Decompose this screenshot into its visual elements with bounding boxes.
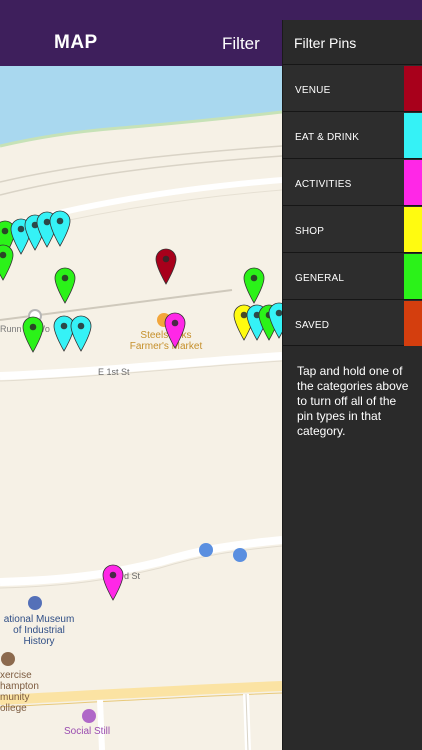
page-title: MAP xyxy=(54,32,98,53)
map-pin-eat-drink[interactable] xyxy=(70,315,92,353)
college-label-line2: hampton xyxy=(0,681,39,692)
map-pin-activities[interactable] xyxy=(164,312,186,350)
category-color-swatch xyxy=(404,66,422,111)
filter-help-text: Tap and hold one of the categories above… xyxy=(297,364,409,438)
school-icon xyxy=(1,652,15,666)
category-label: GENERAL xyxy=(295,273,345,284)
museum-icon xyxy=(28,596,42,610)
pin-marker-icon xyxy=(243,267,265,304)
map-pin-general[interactable] xyxy=(54,267,76,305)
map-pin-general[interactable] xyxy=(243,267,265,305)
bar-icon xyxy=(82,709,96,723)
map-pin-eat-drink[interactable] xyxy=(268,302,282,340)
college-label-line3: munity xyxy=(0,692,30,703)
museum-label-line3: History xyxy=(23,636,55,647)
bus-stop-icon xyxy=(233,548,247,562)
pin-marker-icon xyxy=(155,248,177,285)
map-view[interactable]: Runn Wo Steelstacks Farmer's Market E 1s… xyxy=(0,66,282,750)
category-color-swatch xyxy=(404,301,422,346)
category-label: SHOP xyxy=(295,226,325,237)
museum-label-line2: of Industrial xyxy=(13,625,65,636)
street-label-e1st: E 1st St xyxy=(98,367,130,377)
museum-label-line1: ational Museum xyxy=(3,614,75,625)
category-row-venue[interactable]: VENUE xyxy=(283,64,422,111)
category-row-saved[interactable]: SAVED xyxy=(283,299,422,346)
map-pin-activities[interactable] xyxy=(102,564,124,602)
pin-marker-icon xyxy=(54,267,76,304)
map-pin-eat-drink[interactable] xyxy=(49,210,71,248)
pin-marker-icon xyxy=(164,312,186,349)
category-label: ACTIVITIES xyxy=(295,179,352,190)
category-label: SAVED xyxy=(295,320,330,331)
filter-button[interactable]: Filter xyxy=(222,34,260,54)
category-color-swatch xyxy=(404,254,422,299)
category-row-shop[interactable]: SHOP xyxy=(283,205,422,252)
map-pin-general[interactable] xyxy=(22,316,44,354)
drawer-title: Filter Pins xyxy=(294,35,357,51)
college-label-line4: ollege xyxy=(0,703,27,714)
place-label-museum: ational Museum of Industrial History xyxy=(0,614,78,647)
street-label-3rd: d St xyxy=(124,571,141,581)
college-label-line1: xercise xyxy=(0,670,32,681)
map-pin-venue[interactable] xyxy=(155,248,177,286)
pin-marker-icon xyxy=(22,316,44,353)
category-row-activities[interactable]: ACTIVITIES xyxy=(283,158,422,205)
place-label-social-still: Social Still xyxy=(64,726,111,737)
category-label: VENUE xyxy=(295,85,331,96)
category-label: EAT & DRINK xyxy=(295,132,360,143)
pin-marker-icon xyxy=(70,315,92,352)
bus-stop-icon xyxy=(199,543,213,557)
pin-marker-icon xyxy=(49,210,71,247)
category-list: VENUE EAT & DRINK ACTIVITIES SHOP GENERA… xyxy=(283,64,422,346)
filter-drawer: Filter Pins VENUE EAT & DRINK ACTIVITIES… xyxy=(282,20,422,750)
map-base xyxy=(0,66,282,750)
place-label-college: xercise hampton munity ollege xyxy=(0,670,39,714)
pin-marker-icon xyxy=(102,564,124,601)
category-row-general[interactable]: GENERAL xyxy=(283,252,422,299)
category-row-eat-drink[interactable]: EAT & DRINK xyxy=(283,111,422,158)
pin-marker-icon xyxy=(268,302,282,339)
category-color-swatch xyxy=(404,160,422,205)
category-color-swatch xyxy=(404,113,422,158)
drawer-header: Filter Pins xyxy=(283,20,422,64)
category-color-swatch xyxy=(404,207,422,252)
